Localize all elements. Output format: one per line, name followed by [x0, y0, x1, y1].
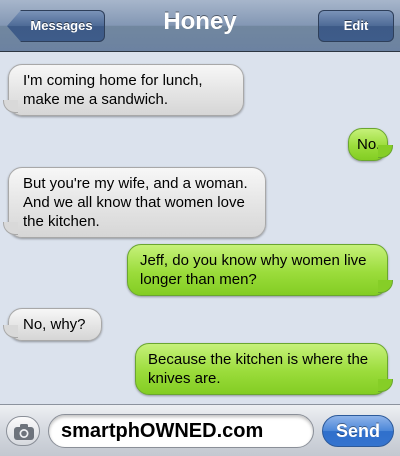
message-bubble-sent: Jeff, do you know why women live longer …: [127, 244, 393, 296]
message-bubble-received: No, why?: [3, 308, 102, 341]
nav-bar: Messages Honey Edit: [0, 0, 400, 52]
edit-button[interactable]: Edit: [318, 10, 394, 42]
message-bubble-sent: No.: [348, 128, 393, 161]
message-input[interactable]: smartphOWNED.com: [48, 414, 314, 448]
send-button[interactable]: Send: [322, 415, 394, 447]
conversation-title: Honey: [163, 8, 237, 35]
camera-icon: [14, 424, 34, 440]
camera-button[interactable]: [6, 416, 40, 446]
message-bubble-sent: Because the kitchen is where the knives …: [135, 343, 393, 395]
message-bubble-received: But you're my wife, and a woman. And we …: [3, 167, 266, 238]
message-bubble-received: I'm coming home for lunch, make me a san…: [3, 64, 244, 116]
composer-bar: smartphOWNED.com Send: [0, 404, 400, 456]
messages-back-button[interactable]: Messages: [7, 10, 105, 42]
